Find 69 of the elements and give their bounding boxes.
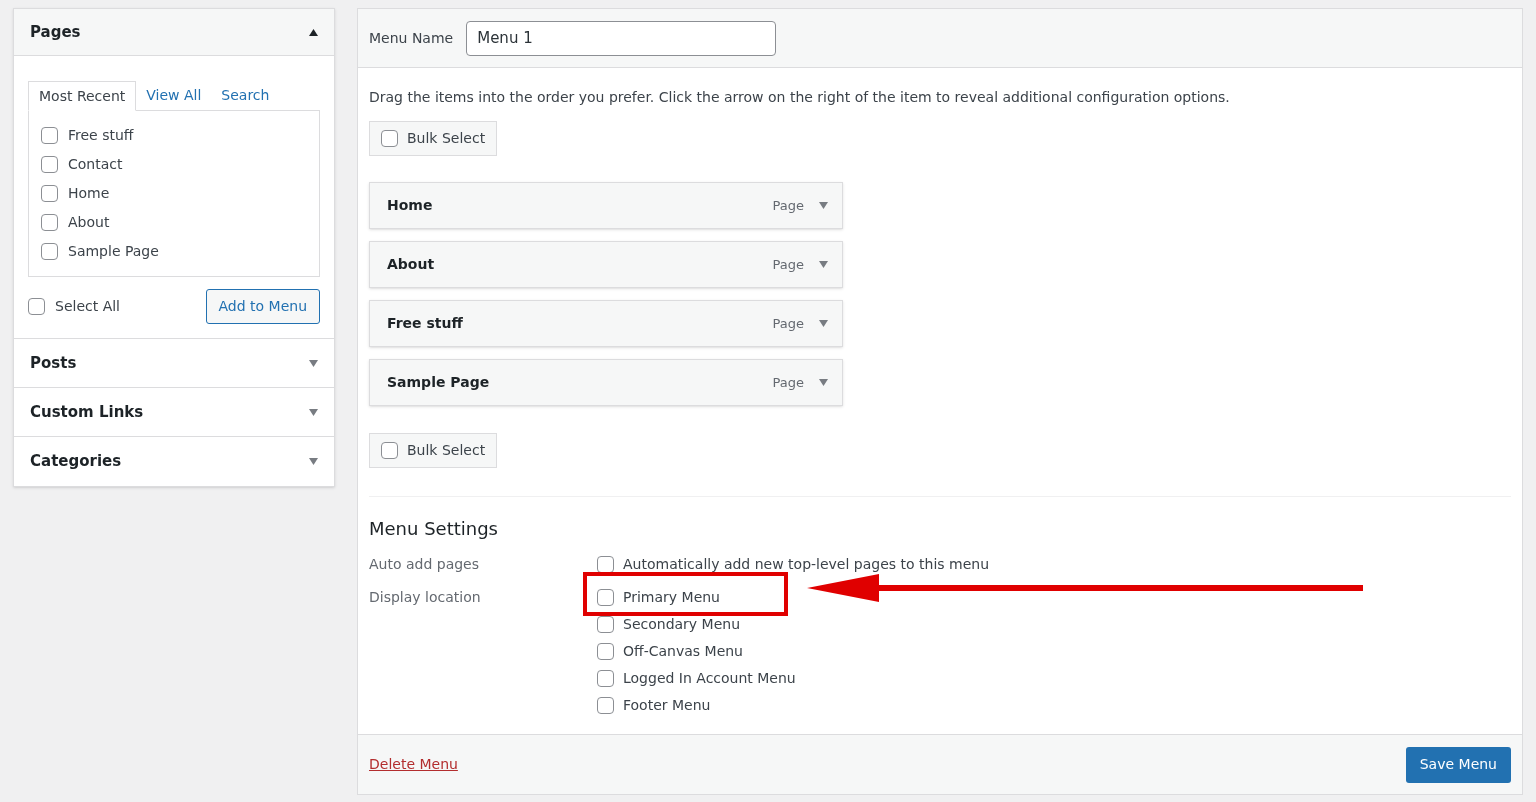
checkbox-label: Select All: [55, 297, 120, 316]
panel-title: Posts: [30, 352, 77, 374]
delete-menu-link[interactable]: Delete Menu: [369, 754, 458, 775]
expand-icon[interactable]: [309, 458, 318, 465]
bulk-select-control[interactable]: Bulk Select: [369, 121, 498, 156]
checkbox-label: Free stuff: [68, 126, 134, 145]
checkbox-label: Primary Menu: [623, 588, 720, 607]
checkbox-label: Automatically add new top-level pages to this menu: [623, 555, 990, 574]
panel-title: Categories: [30, 451, 122, 473]
expand-icon[interactable]: [819, 202, 828, 209]
tab[interactable]: Most Recent: [28, 81, 137, 111]
menu-item[interactable]: Home Page: [369, 182, 843, 229]
expand-icon[interactable]: [819, 379, 828, 386]
item-type: Page: [772, 196, 804, 215]
checkbox-label: Logged In Account Menu: [623, 669, 796, 688]
checkbox[interactable]: [597, 643, 614, 660]
panel-title: Custom Links: [30, 401, 144, 423]
checkbox-label: Home: [68, 184, 110, 203]
field-label: Menu Name: [369, 28, 454, 48]
tab[interactable]: Search: [211, 80, 280, 110]
panel-header[interactable]: Custom Links: [14, 388, 334, 437]
checkbox-label: Sample Page: [68, 242, 159, 261]
save-menu-button[interactable]: Save Menu: [1405, 746, 1511, 783]
checkbox[interactable]: [381, 130, 398, 147]
panel-header[interactable]: Categories: [14, 437, 334, 486]
checkbox[interactable]: [597, 697, 614, 714]
field-label: Auto add pages: [369, 555, 481, 574]
checkbox[interactable]: [41, 243, 58, 260]
item-type: Page: [772, 373, 804, 392]
bulk-select-control[interactable]: Bulk Select: [369, 433, 498, 468]
section-heading: Menu Settings: [369, 517, 499, 541]
expand-icon[interactable]: [819, 261, 828, 268]
menu-name-field[interactable]: Menu 1: [466, 20, 777, 56]
item-type: Page: [772, 255, 804, 274]
item-type: Page: [772, 314, 804, 333]
tab[interactable]: View All: [136, 80, 212, 110]
checkbox-label: Contact: [68, 155, 123, 174]
checkbox-label: Footer Menu: [623, 696, 711, 715]
field-label: Display location: [369, 588, 482, 607]
checkbox-label: Off-Canvas Menu: [623, 642, 743, 661]
collapse-icon[interactable]: [309, 28, 318, 36]
checkbox[interactable]: [41, 185, 58, 202]
checkbox-label: Secondary Menu: [623, 615, 741, 634]
checkbox[interactable]: [597, 616, 614, 633]
menu-item-title: Free stuff: [387, 314, 463, 333]
checkbox[interactable]: [41, 156, 58, 173]
checkbox-label: Bulk Select: [407, 129, 486, 148]
instructions-text: Drag the items into the order you prefer. Click the arrow on the right of the item to reveal additional configuration options.: [369, 88, 1231, 107]
checkbox[interactable]: [41, 127, 58, 144]
menu-item-title: Sample Page: [387, 373, 490, 392]
add-to-menu-button[interactable]: Add to Menu: [205, 289, 320, 324]
menu-item[interactable]: Free stuff Page: [369, 300, 843, 347]
menu-item-title: About: [387, 255, 435, 274]
panel-title: Pages: [30, 21, 81, 43]
menu-item[interactable]: About Page: [369, 241, 843, 288]
checkbox[interactable]: [597, 670, 614, 687]
expand-icon[interactable]: [309, 408, 318, 416]
checkbox[interactable]: [597, 589, 614, 606]
checkbox-label: Bulk Select: [407, 441, 486, 460]
expand-icon[interactable]: [819, 320, 828, 327]
menu-item-title: Home: [387, 196, 433, 215]
expand-icon[interactable]: [309, 359, 318, 367]
panel-header[interactable]: Pages: [14, 9, 334, 56]
checkbox[interactable]: [28, 298, 45, 315]
checkbox-label: About: [68, 213, 110, 232]
panel-header[interactable]: Posts: [14, 339, 334, 388]
checkbox[interactable]: [41, 214, 58, 231]
menu-item[interactable]: Sample Page Page: [369, 359, 843, 406]
checkbox[interactable]: [381, 442, 398, 459]
